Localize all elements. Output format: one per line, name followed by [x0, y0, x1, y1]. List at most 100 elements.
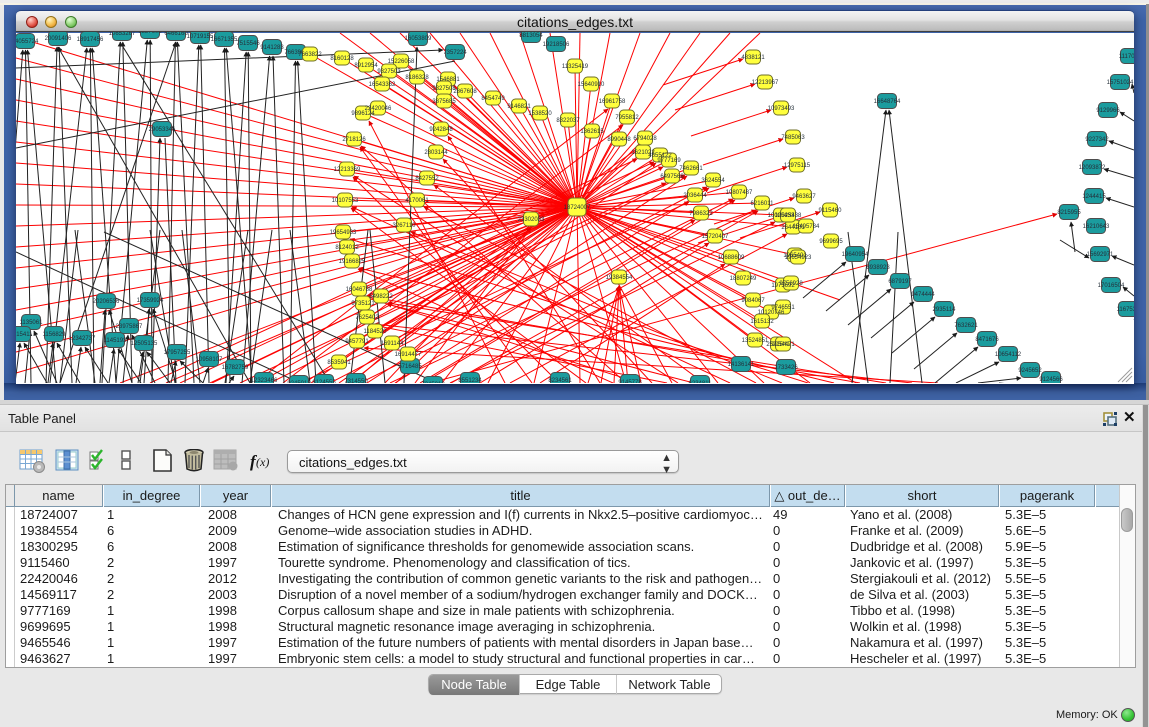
svg-text:1184520: 1184520 — [364, 329, 388, 335]
svg-text:20206536: 20206536 — [93, 299, 120, 305]
svg-text:16053809: 16053809 — [405, 36, 432, 42]
svg-text:4838121: 4838121 — [741, 55, 765, 61]
svg-text:17016504: 17016504 — [1098, 283, 1125, 289]
svg-text:12505135: 12505135 — [131, 341, 158, 347]
svg-text:9245013: 9245013 — [287, 381, 311, 383]
svg-text:9756928: 9756928 — [779, 281, 803, 287]
svg-text:6216011: 6216011 — [751, 201, 775, 207]
svg-text:16046788: 16046788 — [346, 287, 373, 293]
svg-text:1691144: 1691144 — [381, 341, 405, 347]
svg-text:3624554: 3624554 — [701, 178, 725, 184]
svg-text:3915411: 3915411 — [16, 332, 33, 338]
svg-text:6794028: 6794028 — [633, 136, 657, 142]
svg-text:13524851: 13524851 — [742, 338, 769, 344]
svg-text:8427552: 8427552 — [415, 176, 439, 182]
svg-text:6466160: 6466160 — [164, 32, 188, 37]
svg-text:9463627: 9463627 — [792, 194, 816, 200]
svg-text:10807487: 10807487 — [726, 190, 753, 196]
svg-text:2803144: 2803144 — [424, 150, 448, 156]
svg-text:8234561: 8234561 — [548, 378, 572, 383]
svg-text:10025438: 10025438 — [775, 213, 802, 219]
svg-text:2935114: 2935114 — [933, 307, 957, 313]
svg-text:15720407: 15720407 — [702, 234, 729, 240]
svg-text:8938923: 8938923 — [866, 265, 890, 271]
svg-text:15751024: 15751024 — [1107, 80, 1134, 86]
svg-text:9735121: 9735121 — [351, 301, 375, 307]
svg-text:9115460: 9115460 — [819, 208, 843, 214]
svg-text:14055724: 14055724 — [16, 39, 39, 45]
svg-text:19218506: 19218506 — [543, 42, 570, 48]
svg-text:2036444: 2036444 — [683, 193, 707, 199]
svg-text:8160128: 8160128 — [330, 56, 354, 62]
svg-text:1167531: 1167531 — [1117, 307, 1134, 313]
svg-text:16961758: 16961758 — [599, 99, 626, 105]
svg-text:15640910: 15640910 — [578, 82, 605, 88]
svg-text:2867608: 2867608 — [453, 89, 477, 95]
svg-text:8186328: 8186328 — [405, 75, 429, 81]
svg-text:19654923: 19654923 — [785, 255, 812, 261]
svg-text:7314550: 7314550 — [344, 379, 368, 383]
svg-text:7625402: 7625402 — [355, 315, 379, 321]
svg-text:8215955: 8215955 — [1057, 210, 1081, 216]
svg-text:23302033: 23302033 — [518, 217, 545, 223]
svg-text:16782759: 16782759 — [222, 365, 249, 371]
svg-text:20091406: 20091406 — [45, 36, 72, 42]
svg-text:9245652: 9245652 — [1018, 368, 1042, 374]
svg-text:10653267: 10653267 — [109, 32, 136, 37]
svg-text:8471676: 8471676 — [975, 337, 999, 343]
svg-text:7663822: 7663822 — [298, 52, 322, 58]
svg-text:12213369: 12213369 — [334, 167, 361, 173]
svg-text:9896124: 9896124 — [351, 111, 375, 117]
svg-text:9141283: 9141283 — [260, 45, 284, 51]
svg-text:17957255: 17957255 — [164, 350, 191, 356]
svg-text:23975867: 23975867 — [116, 324, 143, 330]
svg-text:17359924: 17359924 — [137, 298, 164, 304]
svg-text:9699695: 9699695 — [819, 239, 843, 245]
svg-text:1546881: 1546881 — [436, 77, 460, 83]
svg-text:10958107: 10958107 — [196, 357, 223, 363]
svg-text:10107553: 10107553 — [332, 198, 359, 204]
svg-text:10654112: 10654112 — [995, 352, 1022, 358]
svg-text:5498222: 5498222 — [369, 294, 393, 300]
svg-text:16671355: 16671355 — [211, 37, 238, 43]
svg-text:6497568: 6497568 — [660, 174, 684, 180]
svg-text:9746551: 9746551 — [771, 305, 795, 311]
svg-text:4170061: 4170061 — [405, 198, 429, 204]
svg-text:8454749: 8454749 — [481, 96, 505, 102]
svg-text:15226058: 15226058 — [388, 59, 415, 65]
svg-text:12342737: 12342737 — [69, 336, 96, 342]
svg-text:18917456: 18917456 — [77, 37, 104, 43]
svg-text:1538520: 1538520 — [528, 111, 552, 117]
svg-text:7462661: 7462661 — [679, 166, 703, 172]
svg-text:1117063: 1117063 — [1119, 54, 1134, 60]
svg-text:6879197: 6879197 — [888, 279, 912, 285]
svg-text:9145778: 9145778 — [618, 380, 642, 383]
svg-text:10688609: 10688609 — [718, 255, 745, 261]
svg-text:12975115: 12975115 — [784, 163, 811, 169]
svg-text:9124566: 9124566 — [1039, 377, 1063, 383]
svg-text:(x): (x) — [256, 455, 269, 469]
svg-text:8322037: 8322037 — [556, 118, 580, 124]
svg-text:9327503: 9327503 — [377, 69, 401, 75]
svg-text:8535941: 8535941 — [327, 360, 351, 366]
svg-text:9474444: 9474444 — [911, 292, 935, 298]
svg-text:8813054: 8813054 — [519, 33, 543, 39]
svg-text:6234811: 6234811 — [689, 381, 713, 383]
svg-text:7632621: 7632621 — [954, 323, 978, 329]
svg-text:8124012: 8124012 — [335, 245, 359, 251]
svg-text:3267110: 3267110 — [393, 223, 417, 229]
svg-text:7485063: 7485063 — [781, 135, 805, 141]
svg-text:8990448: 8990448 — [607, 137, 631, 143]
svg-text:18807249: 18807249 — [730, 276, 757, 282]
svg-text:9146821: 9146821 — [507, 104, 531, 110]
svg-text:19166825: 19166825 — [339, 259, 366, 265]
svg-text:9457791: 9457791 — [345, 339, 369, 345]
svg-text:18724007: 18724007 — [564, 205, 591, 211]
svg-text:7245012: 7245012 — [421, 382, 445, 383]
svg-text:29053346: 29053346 — [149, 127, 176, 133]
svg-text:8551234: 8551234 — [458, 378, 482, 383]
svg-text:3875685: 3875685 — [432, 99, 456, 105]
svg-text:1145193: 1145193 — [104, 338, 128, 344]
svg-text:9084067: 9084067 — [741, 298, 765, 304]
svg-text:9254471: 9254471 — [771, 342, 795, 348]
